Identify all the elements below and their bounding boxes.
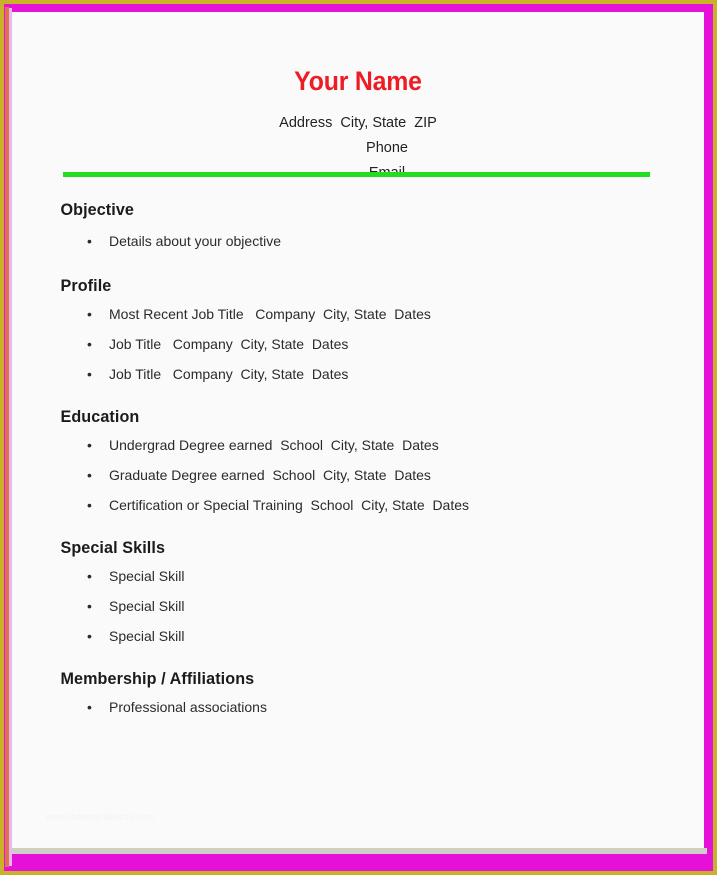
list-item: Job Title Company City, State Dates bbox=[12, 359, 704, 389]
section-membership-affiliations: Membership / Affiliations Professional a… bbox=[12, 669, 704, 722]
contact-phone-line: Phone bbox=[366, 140, 408, 156]
list-item: Details about your objective bbox=[12, 226, 704, 256]
section-heading-objective: Objective bbox=[60, 200, 135, 219]
watermark-text: www.thetemplatesite.com bbox=[46, 812, 155, 822]
list-item: Graduate Degree earned School City, Stat… bbox=[12, 460, 704, 490]
section-education: Education Undergrad Degree earned School… bbox=[12, 407, 704, 520]
list-item: Undergrad Degree earned School City, Sta… bbox=[12, 430, 704, 460]
section-heading-membership-affiliations: Membership / Affiliations bbox=[60, 669, 255, 688]
list-item: Certification or Special Training School… bbox=[12, 490, 704, 520]
section-heading-profile: Profile bbox=[60, 276, 112, 295]
list-item: Professional associations bbox=[12, 692, 704, 722]
section-special-skills: Special Skills Special Skill Special Ski… bbox=[12, 538, 704, 651]
section-profile: Profile Most Recent Job Title Company Ci… bbox=[12, 276, 704, 389]
resume-page: Your Name Address City, State ZIP Phone … bbox=[12, 12, 704, 848]
section-list-education: Undergrad Degree earned School City, Sta… bbox=[12, 430, 704, 520]
header-divider-rule bbox=[63, 172, 650, 177]
resume-sections: Objective Details about your objective P… bbox=[12, 200, 704, 726]
section-objective: Objective Details about your objective bbox=[12, 200, 704, 256]
section-heading-special-skills: Special Skills bbox=[60, 538, 166, 557]
resume-screenshot: Your Name Address City, State ZIP Phone … bbox=[0, 0, 717, 875]
section-list-membership-affiliations: Professional associations bbox=[12, 692, 704, 722]
section-list-profile: Most Recent Job Title Company City, Stat… bbox=[12, 299, 704, 389]
list-item: Special Skill bbox=[12, 621, 704, 651]
contact-address-line: Address City, State ZIP bbox=[279, 115, 437, 131]
list-item: Special Skill bbox=[12, 561, 704, 591]
section-heading-education: Education bbox=[60, 407, 140, 426]
page-title: Your Name bbox=[294, 66, 422, 96]
page-shadow-strip bbox=[12, 848, 707, 854]
list-item: Special Skill bbox=[12, 591, 704, 621]
section-list-special-skills: Special Skill Special Skill Special Skil… bbox=[12, 561, 704, 651]
list-item: Job Title Company City, State Dates bbox=[12, 329, 704, 359]
list-item: Most Recent Job Title Company City, Stat… bbox=[12, 299, 704, 329]
section-list-objective: Details about your objective bbox=[12, 226, 704, 256]
